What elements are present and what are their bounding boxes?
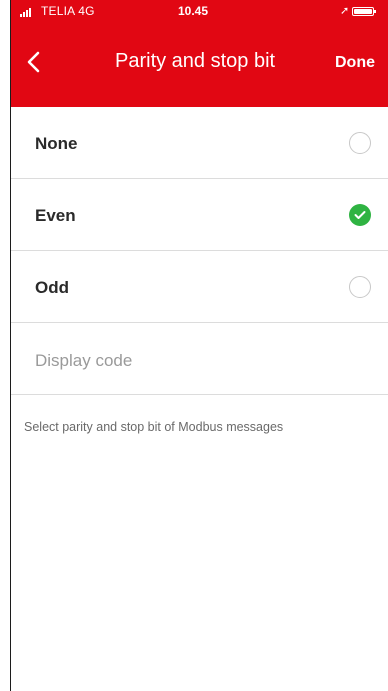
option-even[interactable]: Even — [11, 179, 388, 251]
option-label: Odd — [35, 278, 69, 297]
option-label: Even — [35, 206, 76, 225]
clock: 10.45 — [178, 4, 209, 18]
help-text: Select parity and stop bit of Modbus mes… — [24, 420, 284, 434]
display-code-row: Display code — [11, 323, 388, 395]
option-none[interactable]: None — [11, 107, 388, 179]
nav-bar: Parity and stop bit Done — [11, 36, 388, 86]
chevron-left-icon — [27, 51, 40, 73]
option-label: None — [35, 134, 78, 153]
done-button[interactable]: Done — [335, 54, 375, 72]
radio-unselected-icon[interactable] — [349, 132, 371, 154]
battery-icon — [352, 7, 376, 16]
screen: TELIA 4G 10.45 ➚ Parity and stop bit Don… — [0, 0, 388, 691]
location-icon: ➚ — [340, 5, 350, 17]
option-odd[interactable]: Odd — [11, 251, 388, 323]
page-title: Parity and stop bit — [115, 50, 276, 72]
status-bar: TELIA 4G 10.45 ➚ — [11, 0, 388, 22]
radio-unselected-icon[interactable] — [349, 276, 371, 298]
parity-option-list: None Even Odd Display code — [11, 107, 388, 395]
display-code-label: Display code — [35, 351, 133, 370]
header: TELIA 4G 10.45 ➚ Parity and stop bit Don… — [11, 0, 388, 107]
back-button[interactable] — [23, 49, 47, 75]
carrier-label: TELIA 4G — [41, 4, 95, 18]
checkmark-icon — [354, 211, 366, 219]
radio-selected-icon[interactable] — [349, 204, 371, 226]
device-edge — [0, 0, 11, 691]
signal-icon — [20, 8, 31, 17]
